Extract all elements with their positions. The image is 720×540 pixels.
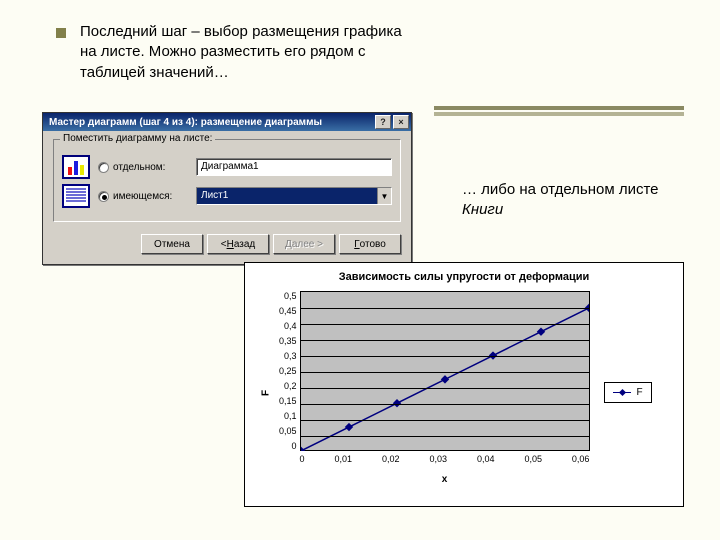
legend-label: F	[637, 387, 643, 398]
close-button[interactable]: ×	[393, 115, 409, 129]
slide-text-right-a: … либо на отдельном листе	[462, 181, 659, 198]
dialog-button-row: Отмена < Назад Далее > Готово	[53, 230, 401, 254]
chart-title: Зависимость силы упругости от деформации	[245, 263, 683, 285]
separate-name-field[interactable]: Диаграмма1	[196, 158, 392, 176]
cancel-button[interactable]: Отмена	[141, 234, 203, 254]
group-label: Поместить диаграмму на листе:	[60, 133, 215, 144]
chart-ylabel: F	[261, 389, 272, 395]
dialog-title: Мастер диаграмм (шаг 4 из 4): размещение…	[49, 117, 322, 128]
combo-value: Лист1	[197, 188, 377, 204]
decorative-bars	[434, 106, 684, 116]
chevron-down-icon[interactable]: ▼	[377, 188, 391, 204]
legend-marker-icon	[613, 392, 631, 393]
chart-sheet-icon[interactable]	[62, 155, 90, 179]
next-button: Далее >	[273, 234, 335, 254]
worksheet-icon[interactable]	[62, 184, 90, 208]
chart-xlabel: x	[300, 464, 590, 485]
chart-plot-area	[300, 291, 590, 451]
radio-separate[interactable]: отдельном:	[98, 162, 188, 173]
finish-button[interactable]: Готово	[339, 234, 401, 254]
row-separate: отдельном: Диаграмма1	[62, 155, 392, 179]
row-existing: имеющемся: Лист1 ▼	[62, 184, 392, 208]
slide-text-top: Последний шаг – выбор размещения графика…	[80, 22, 420, 83]
chart-wizard-dialog: Мастер диаграмм (шаг 4 из 4): размещение…	[42, 112, 412, 265]
chart-legend: F	[604, 382, 652, 403]
radio-existing-label: имеющемся:	[113, 191, 172, 202]
slide-text-right-italic: Книги	[462, 201, 503, 218]
radio-existing[interactable]: имеющемся:	[98, 191, 188, 202]
dialog-titlebar[interactable]: Мастер диаграмм (шаг 4 из 4): размещение…	[43, 113, 411, 131]
slide-text-right: … либо на отдельном листе Книги	[462, 180, 662, 221]
placement-group: Поместить диаграмму на листе: отдельном:…	[53, 139, 401, 222]
chart-yscale: 0,50,450,40,350,30,250,20,150,10,050	[265, 291, 300, 451]
existing-sheet-combo[interactable]: Лист1 ▼	[196, 187, 392, 205]
chart-xscale: 00,010,020,030,040,050,06	[300, 451, 590, 464]
back-button[interactable]: < Назад	[207, 234, 269, 254]
embedded-chart: Зависимость силы упругости от деформации…	[244, 262, 684, 507]
help-button[interactable]: ?	[375, 115, 391, 129]
bullet-icon	[56, 28, 66, 38]
radio-separate-label: отдельном:	[113, 162, 165, 173]
